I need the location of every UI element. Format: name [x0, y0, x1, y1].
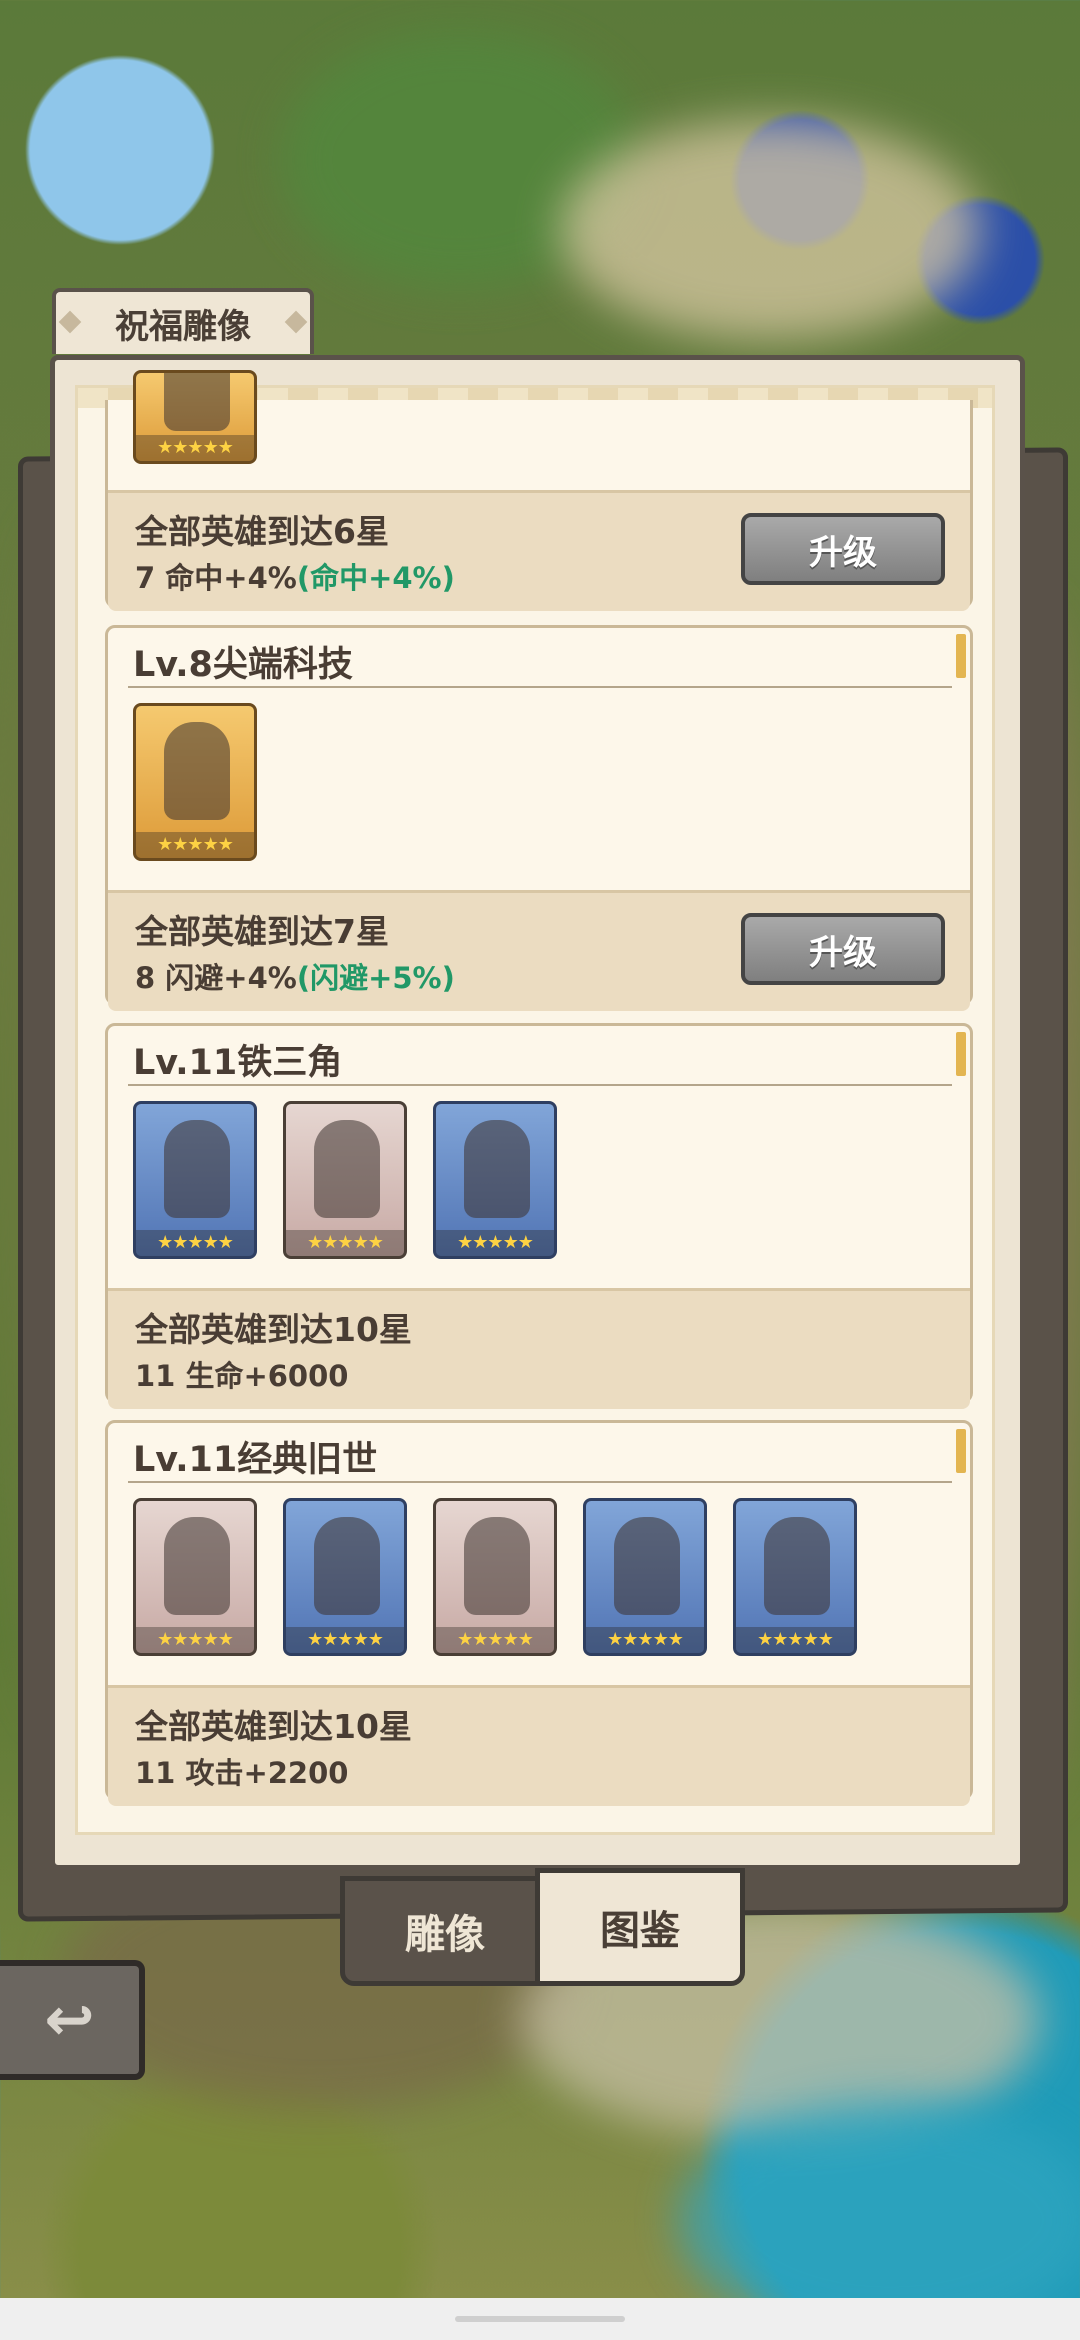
- stat-bonus: (命中+4%): [296, 561, 455, 595]
- requirement-row: 全部英雄到达10星 11 攻击+2200: [108, 1685, 970, 1806]
- panel-title-tab: 祝福雕像: [52, 288, 314, 354]
- blessing-card: ★★★★★ 全部英雄到达6星 7 命中+4%(命中+4%) 升级: [105, 370, 973, 611]
- requirement-text: 全部英雄到达7星: [135, 912, 389, 951]
- back-button[interactable]: ↩: [0, 1960, 145, 2080]
- blessing-card: Lv.8尖端科技 ★★★★★ 全部英雄到达7星 8 闪避+4%(闪避+5%) 升…: [105, 625, 973, 1011]
- stat-text: 11 生命+6000: [135, 1359, 349, 1393]
- hero-portrait: [614, 1517, 680, 1615]
- hero-portrait: [764, 1517, 830, 1615]
- requirement-row: 全部英雄到达7星 8 闪避+4%(闪避+5%) 升级: [108, 890, 970, 1011]
- card-title: Lv.8尖端科技: [133, 645, 353, 685]
- divider: [128, 1481, 952, 1483]
- hero-card[interactable]: ★★★★★: [283, 1101, 407, 1259]
- star-rating: ★★★★★: [736, 1627, 854, 1653]
- ornament-icon: [284, 310, 308, 334]
- requirement-text: 全部英雄到达10星: [135, 1310, 412, 1349]
- stat-text: 8 闪避+4%(闪避+5%): [135, 955, 455, 997]
- hero-card[interactable]: ★★★★★: [133, 1101, 257, 1259]
- star-rating: ★★★★★: [586, 1627, 704, 1653]
- star-rating: ★★★★★: [286, 1230, 404, 1256]
- requirement-row: 全部英雄到达6星 7 命中+4%(命中+4%) 升级: [108, 490, 970, 611]
- star-rating: ★★★★★: [136, 435, 254, 461]
- hero-card[interactable]: ★★★★★: [133, 703, 257, 861]
- star-rating: ★★★★★: [436, 1230, 554, 1256]
- hero-card[interactable]: ★★★★★: [583, 1498, 707, 1656]
- hero-card[interactable]: ★★★★★: [133, 370, 257, 464]
- divider: [128, 1084, 952, 1086]
- stat-value: 7 命中+4%: [135, 561, 297, 595]
- hero-portrait: [164, 373, 230, 431]
- star-rating: ★★★★★: [136, 1627, 254, 1653]
- upgrade-button[interactable]: 升级: [741, 513, 945, 585]
- requirement-row: 全部英雄到达10星 11 生命+6000: [108, 1288, 970, 1409]
- hero-card[interactable]: ★★★★★: [733, 1498, 857, 1656]
- stat-text: 11 攻击+2200: [135, 1756, 349, 1790]
- stat-text: 7 命中+4%(命中+4%): [135, 555, 455, 597]
- upgrade-button[interactable]: 升级: [741, 913, 945, 985]
- back-arrow-icon: ↩: [44, 1985, 95, 2055]
- stat-value: 8 闪避+4%: [135, 961, 297, 995]
- divider: [128, 686, 952, 688]
- hero-portrait: [164, 1120, 230, 1218]
- hero-portrait: [314, 1517, 380, 1615]
- blessing-card: Lv.11经典旧世 ★★★★★ ★★★★★ ★★★★★ ★★★★★ ★★★★★ …: [105, 1420, 973, 1806]
- ornament-icon: [58, 310, 82, 334]
- corner-ornament-icon: [956, 634, 966, 678]
- hero-portrait: [464, 1517, 530, 1615]
- star-rating: ★★★★★: [136, 1230, 254, 1256]
- hero-portrait: [314, 1120, 380, 1218]
- home-indicator[interactable]: [455, 2316, 625, 2322]
- requirement-text: 全部英雄到达10星: [135, 1707, 412, 1746]
- card-title: Lv.11经典旧世: [133, 1440, 378, 1480]
- hero-card[interactable]: ★★★★★: [283, 1498, 407, 1656]
- hero-card[interactable]: ★★★★★: [433, 1101, 557, 1259]
- stat-bonus: (闪避+5%): [296, 961, 455, 995]
- star-rating: ★★★★★: [136, 832, 254, 858]
- blessing-card: Lv.11铁三角 ★★★★★ ★★★★★ ★★★★★ 全部英雄到达10星 11 …: [105, 1023, 973, 1409]
- corner-ornament-icon: [956, 1032, 966, 1076]
- star-rating: ★★★★★: [436, 1627, 554, 1653]
- corner-ornament-icon: [956, 1429, 966, 1473]
- card-title: Lv.11铁三角: [133, 1043, 343, 1083]
- hero-card[interactable]: ★★★★★: [133, 1498, 257, 1656]
- system-home-bar: [0, 2298, 1080, 2340]
- bottom-tab-bar: 雕像 图鉴: [340, 1868, 745, 1986]
- panel-title: 祝福雕像: [115, 306, 251, 347]
- requirement-text: 全部英雄到达6星: [135, 512, 389, 551]
- star-rating: ★★★★★: [286, 1627, 404, 1653]
- hero-portrait: [164, 1517, 230, 1615]
- hero-portrait: [164, 722, 230, 820]
- hero-card[interactable]: ★★★★★: [433, 1498, 557, 1656]
- tab-statue[interactable]: 雕像: [340, 1876, 550, 1986]
- hero-portrait: [464, 1120, 530, 1218]
- tab-codex[interactable]: 图鉴: [535, 1868, 745, 1986]
